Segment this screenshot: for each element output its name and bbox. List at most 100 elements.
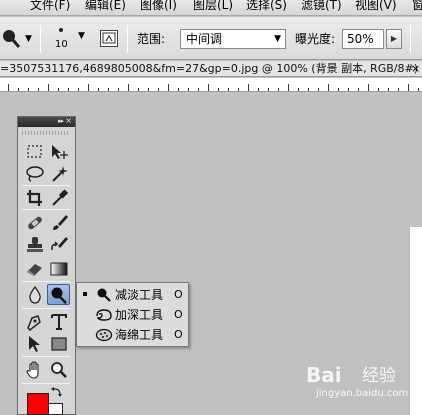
eraser-tool[interactable]	[24, 259, 46, 279]
close-icon[interactable]: ×	[65, 115, 72, 127]
bandage-icon	[28, 216, 42, 230]
brush-tool[interactable]	[48, 213, 70, 233]
toolbox-separator	[22, 308, 70, 309]
move-tool[interactable]	[48, 142, 70, 162]
hand-tool[interactable]	[24, 360, 46, 380]
brush-panel-icon	[102, 32, 116, 44]
selected-bullet-icon	[83, 292, 87, 296]
eraser-icon	[27, 264, 42, 276]
toolbox-grip[interactable]	[22, 131, 70, 135]
eyedropper-tool[interactable]	[48, 188, 70, 208]
toolbox-separator	[22, 281, 70, 282]
path-selection-tool[interactable]	[24, 334, 46, 354]
burn-icon	[95, 307, 113, 326]
brush-picker[interactable]: 10 ▼	[50, 25, 85, 55]
menu-filter[interactable]: 滤镜(T)	[301, 0, 342, 13]
pen-icon	[27, 315, 41, 332]
flyout-item-shortcut: O	[174, 328, 183, 341]
dodge-tool[interactable]	[47, 284, 70, 305]
toolbox-separator	[22, 356, 70, 357]
separator	[40, 25, 41, 53]
chevron-down-icon: ▼	[78, 31, 85, 41]
brush-dot-icon	[59, 28, 63, 32]
toolbox-separator	[22, 185, 70, 186]
type-tool[interactable]	[48, 312, 70, 332]
clone-stamp-tool[interactable]	[24, 235, 46, 255]
watermark-url: jingyan.baidu.com	[316, 388, 409, 399]
healing-brush-tool[interactable]	[24, 213, 46, 233]
range-label: 范围:	[137, 32, 166, 46]
separator	[127, 25, 128, 53]
collapse-icon[interactable]: ▸▸	[58, 115, 64, 127]
options-bar: ▼ 10 ▼ 范围: 中间调 ▼ 曝光度: 50% ▶	[0, 17, 422, 60]
rectangle-icon	[51, 337, 67, 351]
dodge-tool-flyout: 减淡工具 O 加深工具 O 海绵工具 O	[76, 282, 189, 347]
swap-colors-button[interactable]	[50, 385, 64, 399]
menu-image[interactable]: 图像(I)	[140, 0, 177, 13]
eyedropper-icon	[52, 189, 69, 206]
flyout-item-burn[interactable]: 加深工具 O	[77, 305, 188, 325]
magic-wand-tool[interactable]	[48, 164, 70, 184]
toolbox-separator	[22, 383, 70, 384]
separator	[410, 25, 411, 53]
flyout-item-dodge[interactable]: 减淡工具 O	[77, 285, 188, 305]
flyout-item-label: 海绵工具	[115, 328, 164, 342]
document-tab[interactable]: =3507531176,4689805008&fm=27&gp=0.jpg @ …	[0, 61, 422, 77]
dodge-icon	[95, 287, 111, 306]
crop-tool[interactable]	[24, 188, 46, 208]
flyout-item-shortcut: O	[174, 308, 183, 321]
exposure-value: 50%	[347, 32, 374, 46]
move-icon	[52, 145, 68, 159]
marquee-tool[interactable]	[24, 142, 46, 162]
menu-view[interactable]: 视图(V)	[355, 0, 397, 13]
shape-tool[interactable]	[48, 334, 70, 354]
magic-wand-icon	[52, 166, 68, 182]
watermark-brand: Bai	[306, 363, 342, 387]
gradient-tool[interactable]	[48, 259, 70, 279]
menu-file[interactable]: 文件(F)	[30, 0, 70, 13]
dodge-icon	[3, 30, 21, 48]
exposure-slider-button[interactable]: ▶	[386, 29, 402, 49]
lasso-icon	[26, 166, 44, 182]
magnifier-icon	[51, 362, 67, 378]
flyout-item-shortcut: O	[174, 288, 183, 301]
menu-layer[interactable]: 图层(L)	[193, 0, 233, 13]
history-brush-tool[interactable]	[48, 235, 70, 255]
menu-window[interactable]: 窗	[412, 0, 422, 13]
menu-select[interactable]: 选择(S)	[246, 0, 287, 13]
range-value: 中间调	[186, 32, 223, 46]
chevron-down-icon: ▼	[274, 34, 281, 44]
ruler-ticks	[8, 84, 419, 91]
blur-tool[interactable]	[24, 285, 46, 305]
chevron-down-icon: ▼	[25, 34, 32, 44]
pen-tool[interactable]	[24, 312, 46, 332]
horizontal-ruler	[0, 78, 422, 92]
exposure-input[interactable]: 50%	[342, 29, 384, 49]
document-title: =3507531176,4689805008&fm=27&gp=0.jpg @ …	[0, 62, 422, 75]
flyout-item-label: 减淡工具	[115, 288, 164, 302]
brush-size: 10	[55, 39, 68, 50]
menu-edit[interactable]: 编辑(E)	[85, 0, 126, 13]
brush-panel-button[interactable]	[100, 30, 118, 47]
sponge-icon	[95, 327, 113, 346]
type-icon	[51, 314, 67, 330]
lasso-tool[interactable]	[24, 164, 46, 184]
flyout-item-sponge[interactable]: 海绵工具 O	[77, 325, 188, 345]
baidu-jingyan-watermark: Bai 经验 jingyan.baidu.com	[300, 360, 422, 415]
menu-bar: 文件(F) 编辑(E) 图像(I) 图层(L) 选择(S) 滤镜(T) 视图(V…	[0, 0, 422, 16]
zoom-tool[interactable]	[48, 360, 70, 380]
watermark-brand-cn: 经验	[362, 366, 396, 386]
history-brush-icon	[51, 237, 68, 251]
gradient-icon	[50, 262, 68, 276]
stamp-icon	[27, 237, 43, 252]
range-select[interactable]: 中间调 ▼	[180, 29, 286, 49]
toolbox-panel: ▸▸ ×	[17, 116, 76, 415]
toolbox-header[interactable]: ▸▸ ×	[18, 115, 75, 127]
dodge-icon	[51, 287, 67, 304]
tool-preset-picker[interactable]: ▼	[0, 29, 40, 51]
crop-icon	[27, 190, 42, 206]
foreground-color-swatch[interactable]	[27, 393, 49, 415]
toolbox-separator	[22, 209, 70, 210]
close-icon[interactable]: ×	[411, 62, 420, 75]
exposure-label: 曝光度:	[295, 32, 336, 46]
